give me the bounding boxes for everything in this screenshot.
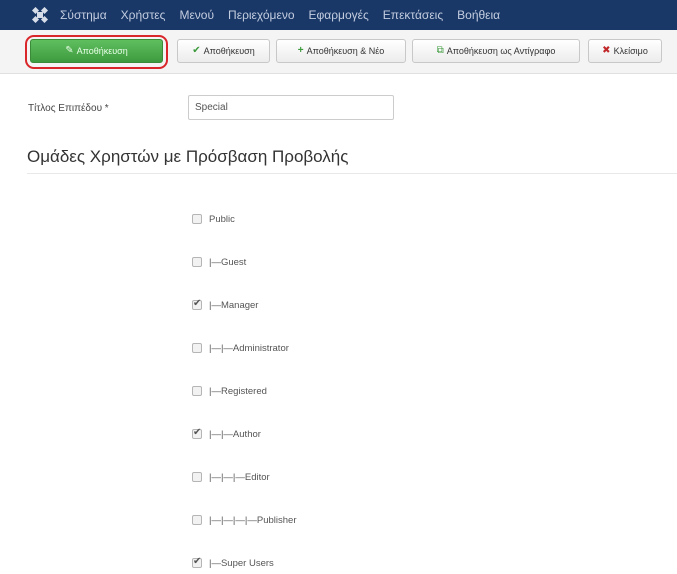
group-label: |—Super Users <box>209 557 274 569</box>
group-checkbox[interactable] <box>192 343 202 353</box>
nav-item-components[interactable]: Εφαρμογές <box>309 8 369 22</box>
group-checkbox[interactable] <box>192 298 202 310</box>
group-label: |—|—Author <box>209 428 261 440</box>
toolbar: ✎ Αποθήκευση ✔ Αποθήκευση + Αποθήκευση &… <box>0 30 677 74</box>
close-button-label: Κλείσιμο <box>613 46 648 56</box>
save-close-button[interactable]: ✔ Αποθήκευση <box>177 39 270 63</box>
group-label: |—|—|—|—Publisher <box>209 514 297 526</box>
title-input[interactable] <box>188 95 394 120</box>
save-close-button-label: Αποθήκευση <box>203 46 255 56</box>
save-new-button-label: Αποθήκευση & Νέο <box>306 46 385 56</box>
group-row-administrator[interactable]: |—|—Administrator <box>192 341 289 355</box>
plus-icon: + <box>297 45 304 56</box>
group-label: Public <box>209 213 235 225</box>
group-row-editor[interactable]: |—|—|—Editor <box>192 470 270 484</box>
nav-item-system[interactable]: Σύστημα <box>60 8 107 22</box>
nav-item-users[interactable]: Χρήστες <box>121 8 166 22</box>
nav-item-menus[interactable]: Μενού <box>179 8 214 22</box>
copy-icon: ⧉ <box>436 45 444 56</box>
group-label: |—Guest <box>209 256 247 268</box>
group-checkbox[interactable] <box>192 556 202 568</box>
group-checkbox[interactable] <box>192 214 202 224</box>
group-checkbox[interactable] <box>192 472 202 482</box>
group-checkbox[interactable] <box>192 257 202 267</box>
save-button-label: Αποθήκευση <box>76 46 128 56</box>
save-copy-button[interactable]: ⧉ Αποθήκευση ως Αντίγραφο <box>412 39 580 63</box>
edit-icon: ✎ <box>65 45 74 56</box>
group-label: |—Manager <box>209 299 259 311</box>
section-divider <box>27 173 677 174</box>
nav-item-content[interactable]: Περιεχόμενο <box>228 8 294 22</box>
save-copy-button-label: Αποθήκευση ως Αντίγραφο <box>446 46 556 56</box>
title-field-label: Τίτλος Επιπέδου * <box>28 103 109 114</box>
group-label: |—|—|—Editor <box>209 471 270 483</box>
joomla-logo-icon[interactable] <box>30 5 50 25</box>
checkmark-icon: ✔ <box>192 45 201 56</box>
group-label: |—Registered <box>209 385 267 397</box>
group-label: |—|—Administrator <box>209 342 289 354</box>
group-row-publisher[interactable]: |—|—|—|—Publisher <box>192 513 296 527</box>
group-checkbox[interactable] <box>192 515 202 525</box>
group-row-guest[interactable]: |—Guest <box>192 255 246 269</box>
section-heading: Ομάδες Χρηστών με Πρόσβαση Προβολής <box>27 147 349 166</box>
group-row-super-users[interactable]: |—Super Users <box>192 556 274 570</box>
nav-item-help[interactable]: Βοήθεια <box>457 8 500 22</box>
close-circle-icon: ✖ <box>602 45 611 56</box>
close-button[interactable]: ✖ Κλείσιμο <box>588 39 662 63</box>
save-new-button[interactable]: + Αποθήκευση & Νέο <box>276 39 406 63</box>
group-row-public[interactable]: Public <box>192 212 235 226</box>
group-row-registered[interactable]: |—Registered <box>192 384 267 398</box>
save-button[interactable]: ✎ Αποθήκευση <box>30 39 163 63</box>
group-row-manager[interactable]: |—Manager <box>192 298 258 312</box>
group-checkbox[interactable] <box>192 386 202 396</box>
nav-item-extensions[interactable]: Επεκτάσεις <box>383 8 443 22</box>
group-row-author[interactable]: |—|—Author <box>192 427 261 441</box>
group-checkbox[interactable] <box>192 427 202 439</box>
top-navbar: Σύστημα Χρήστες Μενού Περιεχόμενο Εφαρμο… <box>0 0 677 30</box>
